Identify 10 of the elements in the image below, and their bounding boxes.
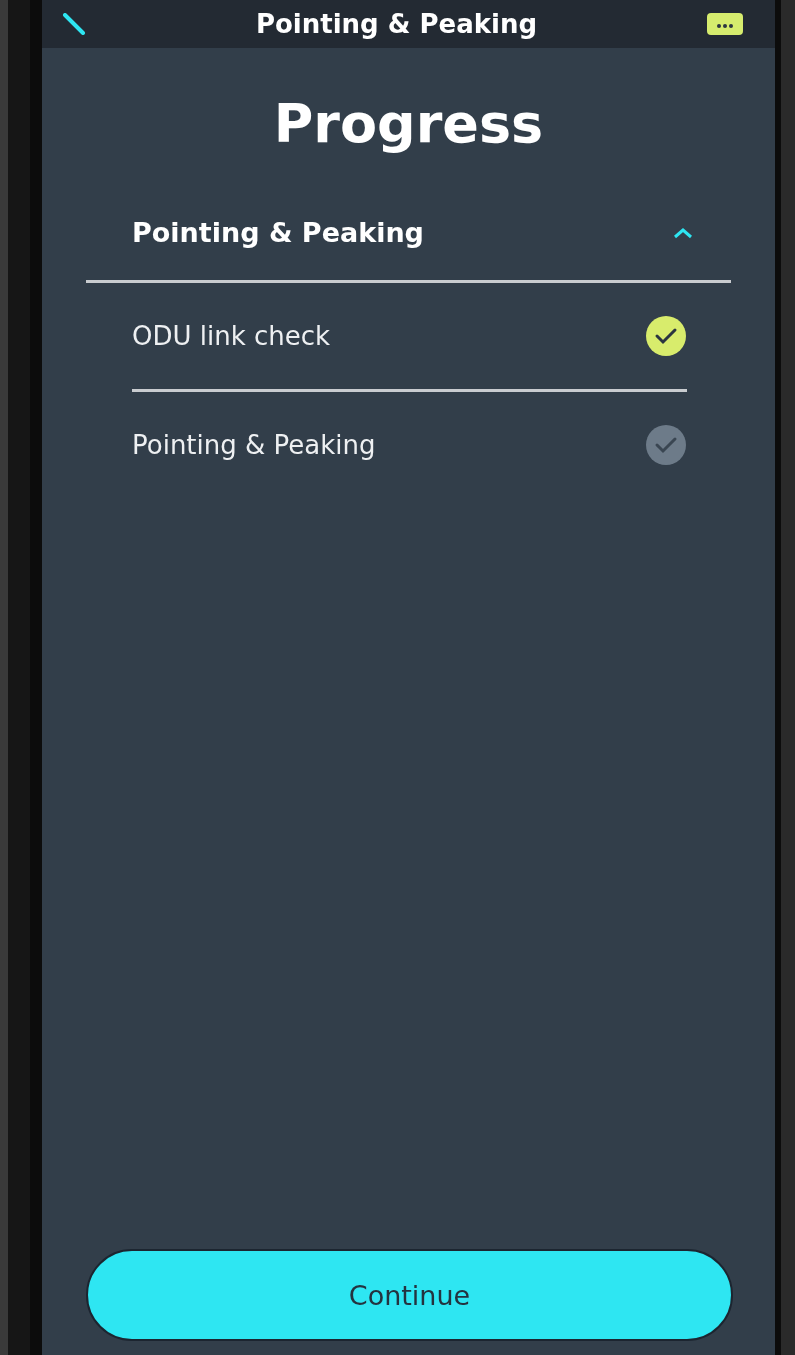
page-heading: Progress <box>272 92 545 155</box>
section-header[interactable]: Pointing & Peaking <box>132 217 695 248</box>
header-title: Pointing & Peaking <box>255 9 538 39</box>
section-title: Pointing & Peaking <box>132 217 424 248</box>
back-icon[interactable] <box>62 13 86 35</box>
chevron-icon[interactable] <box>671 225 695 240</box>
step-label: Pointing & Peaking <box>132 430 376 460</box>
step-label: ODU link check <box>132 321 331 351</box>
continue-button[interactable]: Continue <box>86 1249 733 1341</box>
more-icon[interactable] <box>707 13 743 35</box>
